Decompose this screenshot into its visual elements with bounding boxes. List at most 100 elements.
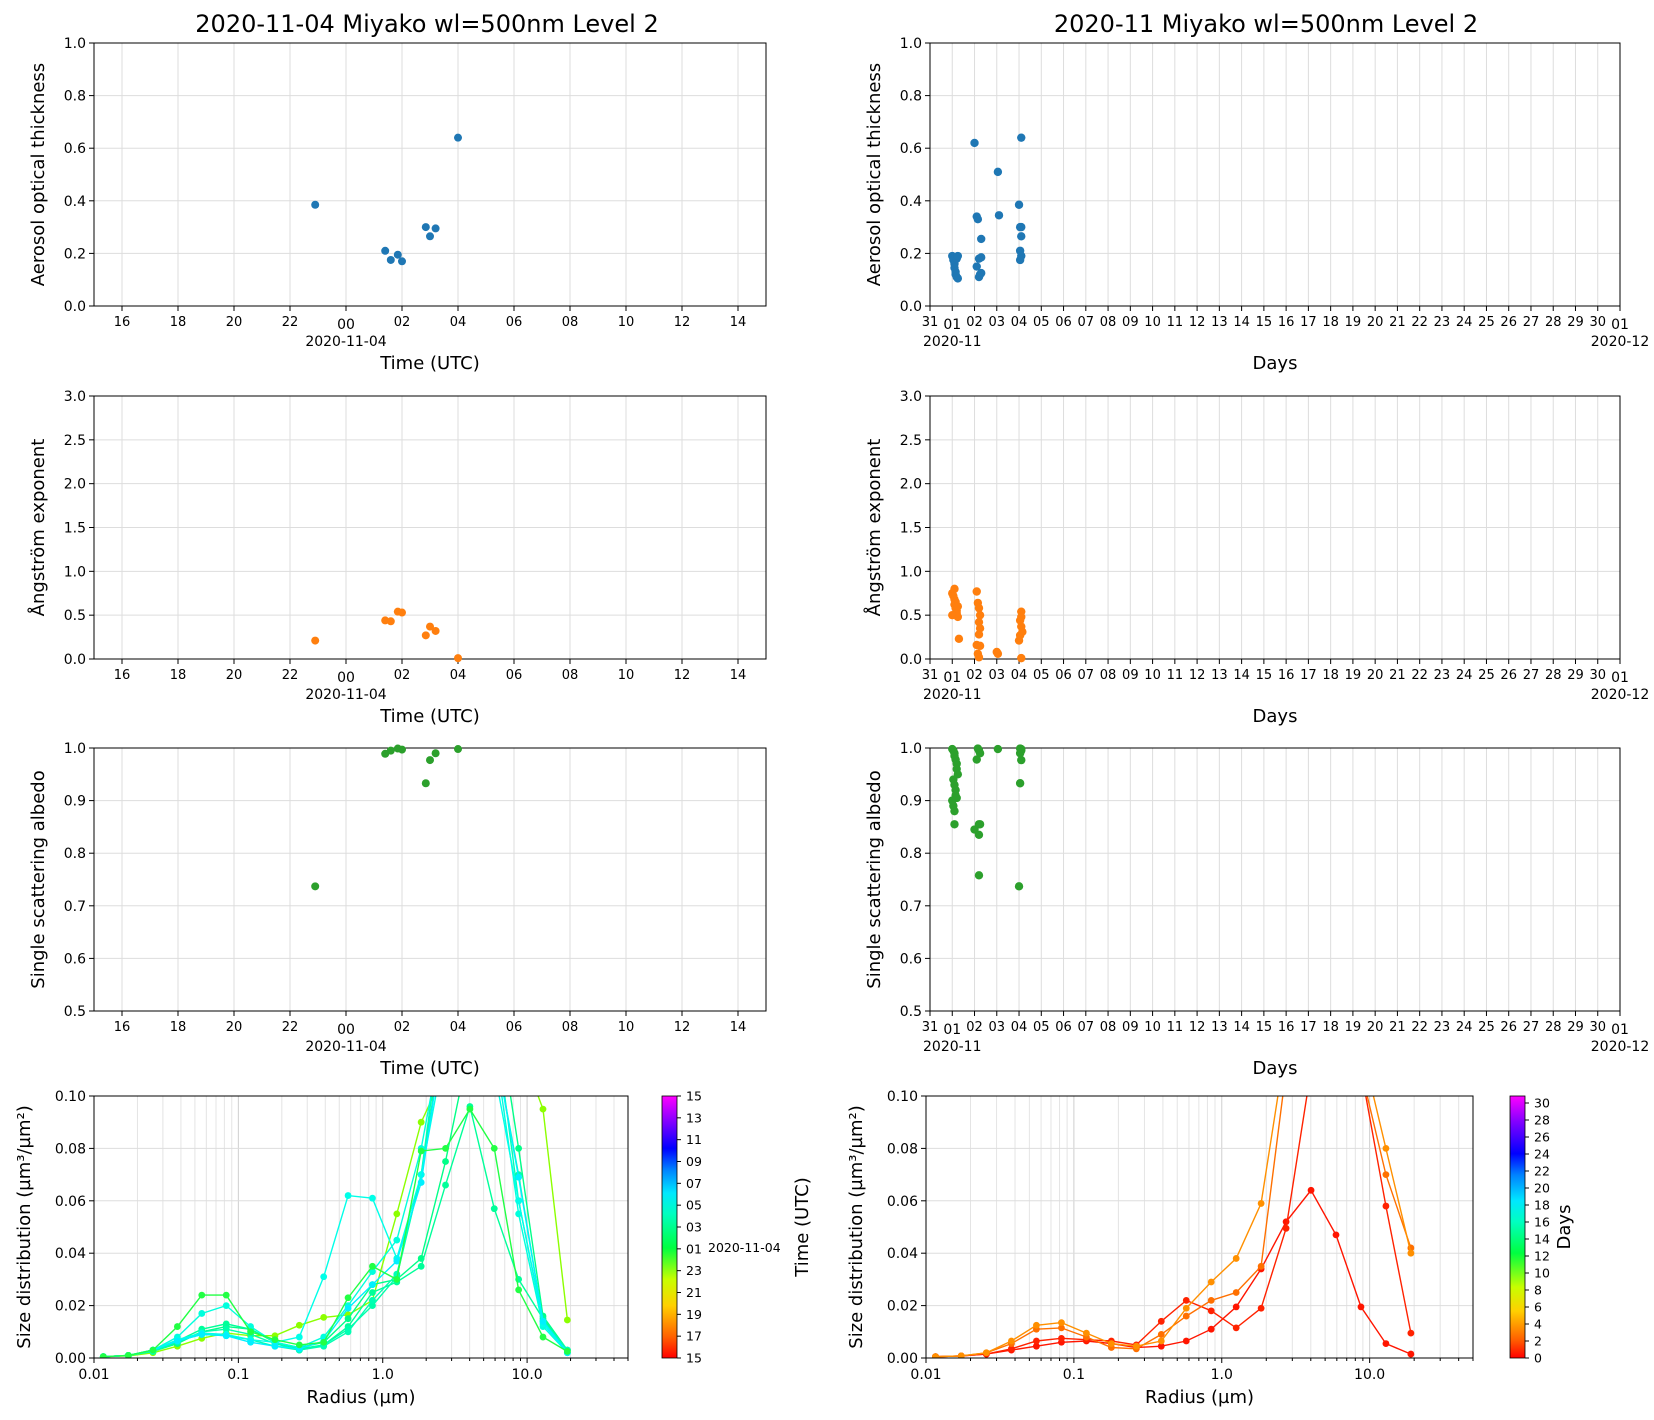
series-point xyxy=(222,1302,230,1309)
x-tick-label: 07 xyxy=(1078,315,1095,330)
colorbar-tick-label: 21 xyxy=(686,1285,702,1300)
data-point xyxy=(421,779,430,788)
x-end-label: 2020-12 xyxy=(1591,687,1650,703)
plot-frame xyxy=(93,1095,629,1359)
data-point xyxy=(1017,222,1026,232)
data-point xyxy=(972,755,981,764)
x-tick-label: 18 xyxy=(170,315,187,330)
y-axis-label: Ångström exponent xyxy=(863,439,885,617)
series-point xyxy=(442,1014,449,1021)
x-tick-label: 16 xyxy=(114,1020,131,1035)
x-tick-label: 02 xyxy=(394,1020,411,1035)
series-point xyxy=(1282,1224,1290,1232)
series-point xyxy=(1132,1342,1140,1350)
daily-size-distribution-panel: 0.01 0.1 1.0 10.0 0.00 0.02 0.04 0.06 0.08 0.10 Ra… xyxy=(14,988,629,1408)
colorbar-tick-label: 8 xyxy=(1534,1283,1542,1298)
data-point xyxy=(974,830,984,839)
series-point xyxy=(198,1331,206,1338)
x-tick-label: 27 xyxy=(1523,315,1540,330)
series-point xyxy=(1182,1296,1190,1304)
x-tick-label: 30 xyxy=(1589,668,1606,683)
x-tick-label: 08 xyxy=(562,668,579,683)
x-tick-label: 19 xyxy=(1345,1020,1362,1035)
series-point xyxy=(393,1236,401,1244)
series-point xyxy=(1332,1231,1340,1239)
series-point xyxy=(1232,1255,1240,1262)
y-tick-label: 0.6 xyxy=(900,141,922,157)
x-end-label: 2020-12 xyxy=(1591,334,1650,350)
x-tick-label: 29 xyxy=(1567,1020,1584,1035)
y-tick-label: 0.4 xyxy=(900,194,922,210)
x-tick-label: 14 xyxy=(730,668,747,683)
y-tick-label: 0.8 xyxy=(64,846,86,862)
x-tick-label: 15 xyxy=(1256,1020,1273,1035)
x-tick-label: 28 xyxy=(1545,668,1562,683)
x-tick-label: 02 xyxy=(394,315,411,330)
data-point xyxy=(974,871,984,880)
data-point xyxy=(950,584,959,594)
y-tick-label: 0.0 xyxy=(900,299,922,315)
series-point xyxy=(1207,1296,1215,1304)
x-tick-label: 23 xyxy=(1434,315,1451,330)
x-tick-label: 05 xyxy=(1033,668,1050,683)
series-point xyxy=(515,1040,522,1047)
daily-ssa-panel: 16 18 20 22 00 02 04 06 08 10 12 14 0.5 0.6 0.7 0.8 0.9 1… xyxy=(28,741,767,1079)
x-tick-label: 18 xyxy=(1322,668,1339,683)
series-point xyxy=(490,1205,498,1213)
y-axis-label: Size distribution (µm³/µm²) xyxy=(14,1105,35,1348)
series-point xyxy=(295,1321,303,1329)
series-point xyxy=(491,1040,498,1047)
series-point xyxy=(1358,1040,1365,1047)
series-point xyxy=(515,1173,523,1181)
x-tick-label: 27 xyxy=(1523,668,1540,683)
y-axis-label: Aerosol optical thickness xyxy=(864,63,885,286)
x-tick-label: 12 xyxy=(674,315,691,330)
y-tick-label: 0.8 xyxy=(900,846,922,862)
x-tick-label: 00 xyxy=(337,1022,355,1038)
y-tick-label: 0.4 xyxy=(64,194,86,210)
series-point xyxy=(1182,1337,1190,1345)
data-point xyxy=(953,251,963,261)
monthly-title: 2020-11 Miyako wl=500nm Level 2 xyxy=(1054,10,1478,38)
series-line xyxy=(103,1096,568,1358)
data-point xyxy=(976,268,986,278)
x-tick-label: 25 xyxy=(1478,315,1495,330)
y-tick-label: 0.0 xyxy=(64,652,86,668)
series-point xyxy=(1358,1066,1365,1073)
series-line xyxy=(935,1096,1412,1358)
x-tick-label: 04 xyxy=(450,315,467,330)
y-tick-label: 0.08 xyxy=(887,1141,918,1157)
x-tick-label: 23 xyxy=(1434,1020,1451,1035)
series-point xyxy=(466,1040,473,1047)
x-tick-label: 21 xyxy=(1389,315,1406,330)
data-point xyxy=(386,746,395,755)
x-tick-label: 11 xyxy=(1167,315,1184,330)
x-tick-label: 18 xyxy=(170,1020,187,1035)
series-point xyxy=(1207,1278,1215,1286)
colorbar-tick-label: 19 xyxy=(686,1307,702,1322)
x-tick-label: 14 xyxy=(1233,315,1250,330)
x-tick-label: 12 xyxy=(1189,1020,1206,1035)
series-point xyxy=(1257,1200,1265,1207)
colorbar-tick-label: 14 xyxy=(1534,1232,1550,1247)
series-point xyxy=(295,1333,303,1341)
x-axis-label: Days xyxy=(1253,1058,1298,1079)
series-point xyxy=(1033,1321,1040,1329)
y-axis-label: Single scattering albedo xyxy=(28,770,49,988)
data-point xyxy=(431,224,440,233)
series-point xyxy=(369,1296,376,1304)
x-tick-label: 0.1 xyxy=(227,1367,249,1383)
colorbar-tick-label: 18 xyxy=(1534,1198,1550,1213)
series-point xyxy=(466,988,473,995)
x-tick-label: 08 xyxy=(1100,1020,1117,1035)
series-point xyxy=(344,1192,352,1199)
data-point xyxy=(311,636,320,645)
y-tick-label: 0.6 xyxy=(900,951,922,967)
series-point xyxy=(491,1066,498,1073)
x-tick-label: 08 xyxy=(562,315,579,330)
x-tick-label: 12 xyxy=(1189,315,1206,330)
colorbar-tick-label: 09 xyxy=(686,1154,702,1169)
x-tick-label: 18 xyxy=(1322,315,1339,330)
series-point xyxy=(1007,1337,1015,1345)
series-point xyxy=(417,1171,425,1178)
